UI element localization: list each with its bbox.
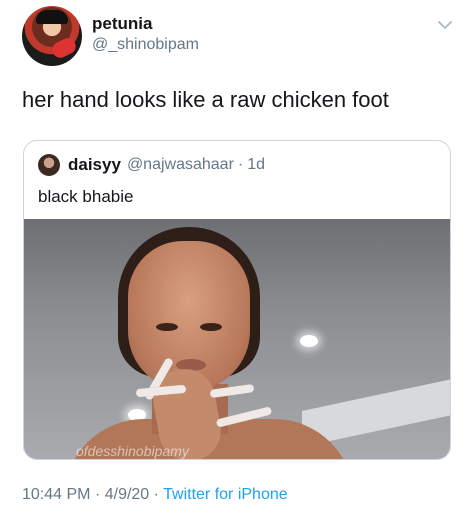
tweet-source-link[interactable]: Twitter for iPhone [163, 486, 288, 503]
avatar-hat-shape [36, 10, 68, 24]
tweet-meta: 10:44 PM · 4/9/20 · Twitter for iPhone [22, 486, 288, 504]
tweet-time[interactable]: 10:44 PM [22, 486, 90, 503]
person-eye [200, 323, 222, 331]
image-watermark: ofdesshinobipamy [76, 443, 189, 459]
tweet-header: petunia @_shinobipam [22, 6, 458, 70]
ceiling-light [300, 335, 318, 347]
meta-separator: · [153, 486, 159, 503]
author-handle[interactable]: @_shinobipam [92, 34, 199, 56]
avatar-guitar-shape [49, 35, 79, 61]
author-info: petunia @_shinobipam [92, 14, 199, 56]
chevron-down-icon[interactable] [436, 16, 454, 34]
quoted-tweet-header: daisyy @najwasahaar · 1d [38, 153, 265, 177]
author-display-name[interactable]: petunia [92, 14, 199, 34]
quoted-user-avatar [38, 154, 60, 176]
user-avatar[interactable] [22, 6, 82, 66]
quoted-tweet-image[interactable]: ofdesshinobipamy [24, 219, 450, 459]
tweet-date[interactable]: 4/9/20 [105, 486, 149, 503]
quoted-tweet-card[interactable]: daisyy @najwasahaar · 1d black bhabie of… [23, 140, 451, 460]
tweet-text: her hand looks like a raw chicken foot [22, 87, 389, 112]
meta-separator: · [94, 486, 101, 503]
quoted-handle: @najwasahaar [126, 156, 234, 173]
quoted-tweet-text: black bhabie [38, 187, 134, 206]
quoted-display-name: daisyy [68, 155, 121, 174]
quoted-time: 1d [247, 156, 266, 173]
quoted-separator: · [237, 156, 244, 173]
person-eye [156, 323, 178, 331]
